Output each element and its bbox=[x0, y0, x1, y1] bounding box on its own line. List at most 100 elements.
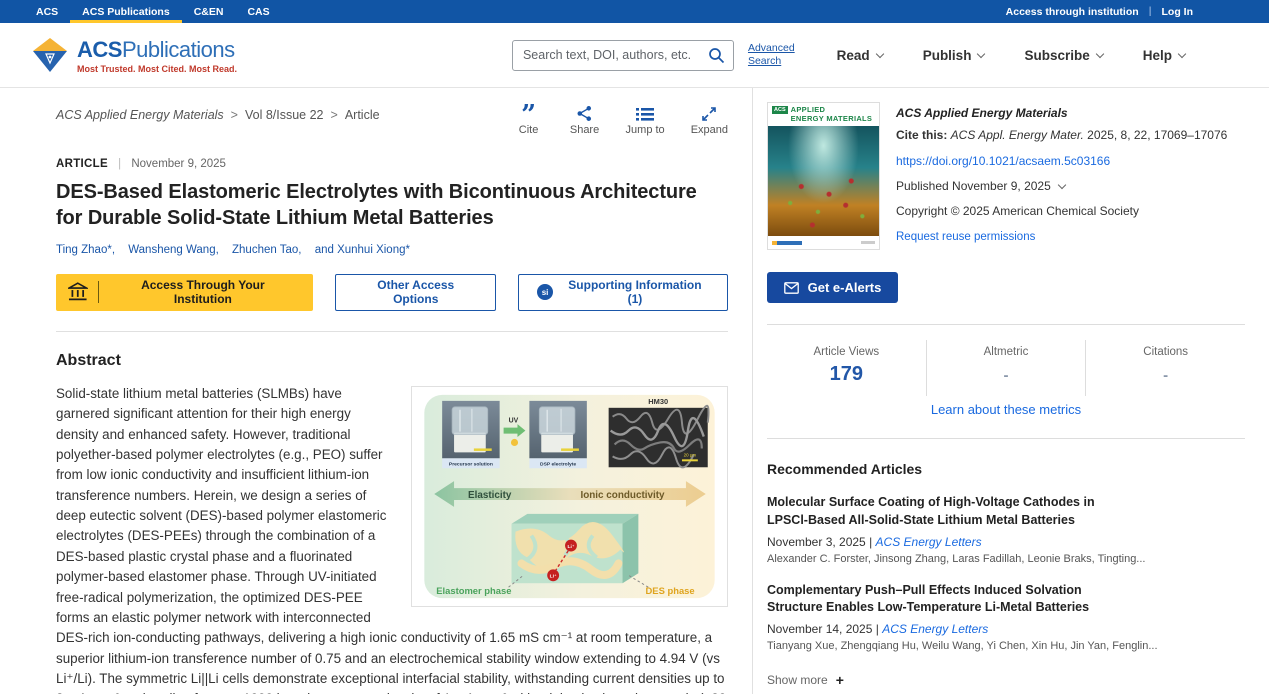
svg-text:Li⁺: Li⁺ bbox=[567, 544, 574, 550]
article-views-value: 179 bbox=[767, 363, 926, 386]
svg-text:20 μm: 20 μm bbox=[684, 452, 697, 457]
request-reuse-permissions-link[interactable]: Request reuse permissions bbox=[896, 229, 1227, 246]
menu-subscribe[interactable]: Subscribe bbox=[1024, 48, 1102, 63]
abstract-heading: Abstract bbox=[56, 352, 728, 370]
jump-to-button[interactable]: Jump to bbox=[626, 104, 665, 136]
recommended-journal-link[interactable]: ACS Energy Letters bbox=[876, 535, 982, 549]
author-list: Ting Zhao*, Wansheng Wang, Zhuchen Tao, … bbox=[56, 244, 728, 256]
other-access-options-button[interactable]: Other Access Options bbox=[335, 274, 496, 311]
sidebar-journal-name[interactable]: ACS Applied Energy Materials bbox=[896, 104, 1227, 122]
cite-button[interactable]: ” Cite bbox=[514, 104, 544, 136]
menu-read[interactable]: Read bbox=[837, 48, 883, 63]
menu-publish[interactable]: Publish bbox=[923, 48, 985, 63]
expand-arrows-icon bbox=[701, 106, 717, 122]
journal-cover-image[interactable]: ACS APPLIED ENERGY MATERIALS bbox=[767, 102, 880, 250]
svg-text:Ionic conductivity: Ionic conductivity bbox=[580, 490, 665, 501]
breadcrumb-journal-link[interactable]: ACS Applied Energy Materials bbox=[56, 108, 224, 122]
author-link[interactable]: Ting Zhao*, bbox=[56, 244, 115, 256]
cover-acs-chip: ACS bbox=[772, 106, 788, 114]
recommended-authors: Tianyang Xue, Zhengqiang Hu, Weilu Wang,… bbox=[767, 640, 1245, 652]
author-link[interactable]: Wansheng Wang, bbox=[128, 244, 219, 256]
topbar-link-cas[interactable]: CAS bbox=[235, 0, 281, 23]
sidebar-divider bbox=[767, 324, 1245, 325]
article-meta: ARTICLE | November 9, 2025 bbox=[56, 158, 728, 170]
citation-line: Cite this: ACS Appl. Energy Mater. 2025,… bbox=[896, 126, 1227, 144]
acs-publications-logo[interactable]: ACSPublications Most Trusted. Most Cited… bbox=[32, 37, 237, 74]
article-title: DES-Based Elastomeric Electrolytes with … bbox=[56, 179, 728, 232]
top-society-bar: ACS ACS Publications C&EN CAS Access thr… bbox=[0, 0, 1269, 23]
svg-text:Elasticity: Elasticity bbox=[468, 490, 512, 501]
chevron-down-icon bbox=[1095, 49, 1103, 57]
graphical-abstract-figure[interactable]: Precursor solution UV DSP bbox=[411, 386, 728, 607]
article-date: November 9, 2025 bbox=[131, 158, 226, 170]
doi-link[interactable]: https://doi.org/10.1021/acsaem.5c03166 bbox=[896, 152, 1227, 170]
envelope-icon bbox=[784, 282, 799, 294]
article-metrics: Article Views 179 Altmetric - Citations … bbox=[767, 340, 1245, 396]
plus-icon: + bbox=[836, 672, 844, 688]
recommended-authors: Alexander C. Forster, Jinsong Zhang, Lar… bbox=[767, 553, 1245, 565]
get-e-alerts-button[interactable]: Get e-Alerts bbox=[767, 272, 898, 303]
svg-text:DES phase: DES phase bbox=[646, 585, 695, 596]
search-input[interactable] bbox=[523, 48, 708, 62]
section-divider bbox=[56, 331, 728, 332]
svg-text:Elastomer phase: Elastomer phase bbox=[436, 585, 511, 596]
learn-about-metrics-link[interactable]: Learn about these metrics bbox=[767, 402, 1245, 417]
institution-bank-icon bbox=[68, 282, 88, 302]
author-link[interactable]: Zhuchen Tao, bbox=[232, 244, 301, 256]
svg-text:DSP electrolyte: DSP electrolyte bbox=[540, 461, 576, 467]
sidebar-divider bbox=[767, 438, 1245, 439]
breadcrumb: ACS Applied Energy Materials>Vol 8/Issue… bbox=[56, 104, 380, 122]
cover-journal-brand: APPLIED ENERGY MATERIALS bbox=[791, 106, 873, 123]
site-header: ACSPublications Most Trusted. Most Cited… bbox=[0, 23, 1269, 88]
article-type-label: ARTICLE bbox=[56, 158, 108, 170]
acs-diamond-logo-icon bbox=[32, 37, 68, 73]
svg-text:Precursor solution: Precursor solution bbox=[449, 461, 493, 467]
cover-mini-logo bbox=[772, 241, 802, 245]
menu-help[interactable]: Help bbox=[1143, 48, 1185, 63]
svg-text:Li⁺: Li⁺ bbox=[550, 574, 557, 580]
breadcrumb-article: Article bbox=[345, 108, 380, 122]
access-through-institution-button[interactable]: Access Through Your Institution bbox=[56, 274, 313, 311]
chevron-down-icon bbox=[1178, 49, 1186, 57]
dsp-electrolyte-photo: DSP electrolyte bbox=[529, 401, 586, 468]
topbar-link-cen[interactable]: C&EN bbox=[182, 0, 236, 23]
share-button[interactable]: Share bbox=[570, 104, 600, 136]
copyright-line: Copyright © 2025 American Chemical Socie… bbox=[896, 202, 1227, 220]
logo-tagline: Most Trusted. Most Cited. Most Read. bbox=[77, 64, 237, 74]
metric-altmetric: Altmetric - bbox=[926, 340, 1086, 396]
access-through-institution-link[interactable]: Access through institution bbox=[1006, 6, 1139, 18]
metric-article-views: Article Views 179 bbox=[767, 340, 926, 396]
chevron-down-icon bbox=[1058, 180, 1066, 188]
search-icon[interactable] bbox=[708, 47, 725, 64]
supporting-information-button[interactable]: si Supporting Information (1) bbox=[518, 274, 728, 311]
recommended-article[interactable]: Molecular Surface Coating of High-Voltag… bbox=[767, 494, 1245, 565]
author-link[interactable]: and Xunhui Xiong* bbox=[315, 244, 410, 256]
cover-artwork bbox=[768, 126, 879, 236]
svg-text:UV: UV bbox=[509, 417, 519, 424]
article-sidebar: ACS APPLIED ENERGY MATERIALS ACS Applied… bbox=[752, 88, 1269, 694]
login-link[interactable]: Log In bbox=[1162, 6, 1194, 18]
show-more-button[interactable]: Show more + bbox=[767, 672, 1245, 688]
topbar-separator: | bbox=[1149, 6, 1152, 17]
jump-to-list-icon bbox=[636, 106, 654, 122]
published-date-toggle[interactable]: Published November 9, 2025 bbox=[896, 177, 1227, 195]
share-icon bbox=[576, 105, 593, 122]
chevron-down-icon bbox=[977, 49, 985, 57]
precursor-solution-photo: Precursor solution bbox=[442, 401, 499, 468]
search-box bbox=[512, 40, 734, 71]
advanced-search-link[interactable]: Advanced Search bbox=[748, 42, 795, 68]
logo-acs-text: ACS bbox=[77, 37, 122, 62]
recommended-journal-link[interactable]: ACS Energy Letters bbox=[882, 622, 988, 636]
cite-quote-icon: ” bbox=[521, 108, 536, 122]
recommended-article[interactable]: Complementary Push–Pull Effects Induced … bbox=[767, 582, 1245, 653]
chevron-down-icon bbox=[875, 49, 883, 57]
metric-citations: Citations - bbox=[1085, 340, 1245, 396]
recommended-articles-heading: Recommended Articles bbox=[767, 461, 1245, 477]
article-main-column: ACS Applied Energy Materials>Vol 8/Issue… bbox=[0, 88, 752, 694]
topbar-link-acs[interactable]: ACS bbox=[24, 0, 70, 23]
breadcrumb-issue-link[interactable]: Vol 8/Issue 22 bbox=[245, 108, 324, 122]
expand-button[interactable]: Expand bbox=[691, 104, 728, 136]
topbar-link-acs-publications[interactable]: ACS Publications bbox=[70, 0, 182, 23]
logo-publications-text: Publications bbox=[122, 37, 235, 62]
si-icon: si bbox=[537, 284, 553, 300]
